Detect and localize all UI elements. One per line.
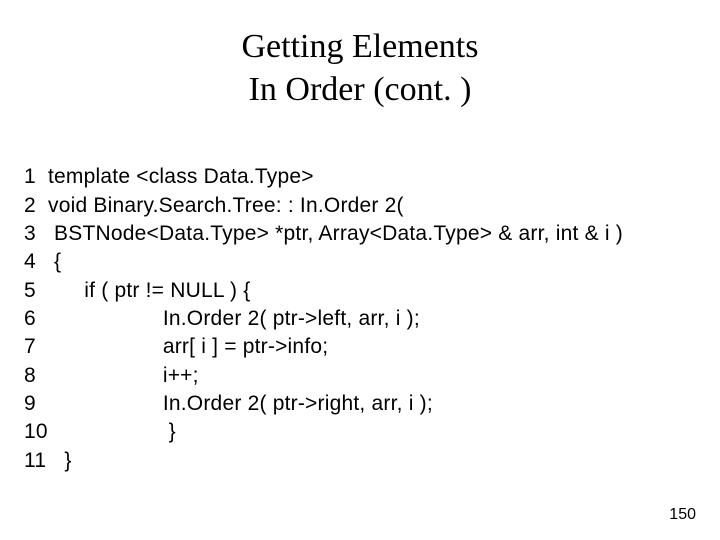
code-block: 1 template <class Data.Type> 2 void Bina…	[24, 135, 696, 503]
title-line-1: Getting Elements	[241, 28, 478, 65]
title-line-2: In Order (cont. )	[249, 71, 472, 108]
code-line: 5 if ( ptr != NULL ) {	[24, 279, 250, 302]
page-title: Getting Elements In Order (cont. )	[24, 26, 696, 111]
code-line: 8 i++;	[24, 364, 199, 387]
page-number: 150	[669, 506, 696, 524]
code-line: 6 In.Order 2( ptr->left, arr, i );	[24, 307, 420, 330]
code-line: 7 arr[ i ] = ptr->info;	[24, 335, 328, 358]
code-line: 1 template <class Data.Type>	[24, 165, 314, 188]
slide: Getting Elements In Order (cont. ) 1 tem…	[0, 0, 720, 540]
code-line: 11 }	[24, 449, 72, 472]
code-line: 10 }	[24, 420, 176, 443]
code-line: 9 In.Order 2( ptr->right, arr, i );	[24, 392, 433, 415]
code-line: 2 void Binary.Search.Tree: : In.Order 2(	[24, 194, 404, 217]
code-line: 3 BSTNode<Data.Type> *ptr, Array<Data.Ty…	[24, 222, 623, 245]
code-line: 4 {	[24, 250, 61, 273]
